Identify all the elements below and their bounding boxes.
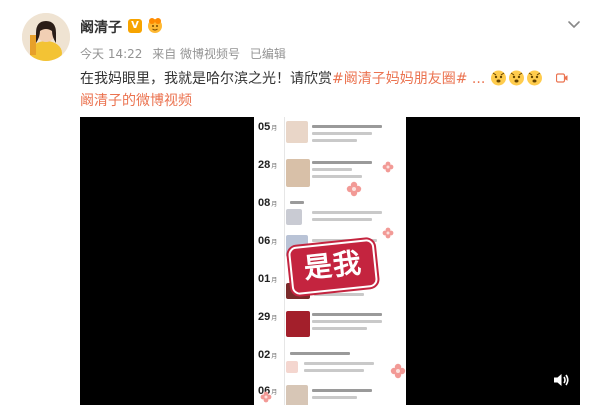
flower-sticker-icon (346, 181, 362, 197)
post-source[interactable]: 来自 微博视频号 (152, 47, 240, 61)
text-line (312, 327, 367, 330)
timeline-day: 28月 (258, 159, 277, 171)
ellipsis[interactable]: ... (472, 71, 485, 87)
emoji-icon (508, 70, 524, 86)
timeline-thumbnail (286, 361, 298, 373)
timeline-day-number: 02 (258, 349, 271, 361)
verified-v-icon: V (128, 19, 142, 33)
emoji-icon (526, 70, 542, 86)
volume-icon[interactable] (552, 371, 570, 389)
text-line (312, 396, 357, 399)
text-line (312, 218, 372, 221)
flower-sticker-icon (382, 227, 394, 239)
video-frame: 05月 28月 08月 06月 01月 29月 02月 06月 是我 (254, 117, 406, 405)
timeline-month: 月 (271, 390, 278, 396)
text-line (312, 125, 382, 128)
post-text-main: 在我妈眼里，我就是哈尔滨之光！请欣赏 (80, 71, 332, 87)
fan-badge-icon[interactable] (146, 16, 164, 34)
video-link-icon (556, 73, 568, 83)
timeline-day-number: 06 (258, 235, 271, 247)
timeline-thumbnail (286, 159, 310, 187)
overlay-caption: 是我 (287, 238, 379, 296)
text-line (312, 132, 372, 135)
timeline-day: 01月 (258, 273, 277, 285)
timeline-month: 月 (271, 278, 278, 284)
timeline-month: 月 (271, 202, 278, 208)
timeline-day-number: 08 (258, 197, 271, 209)
timeline-month: 月 (271, 240, 278, 246)
text-line (290, 201, 304, 204)
video-player[interactable]: 05月 28月 08月 06月 01月 29月 02月 06月 是我 (80, 117, 580, 405)
timeline-day-number: 29 (258, 311, 271, 323)
timeline-day: 06月 (258, 235, 277, 247)
timeline-day: 29月 (258, 311, 277, 323)
username[interactable]: 阚清子 (80, 17, 122, 37)
timeline-row: 08月 (254, 195, 406, 225)
text-line (290, 352, 350, 355)
hashtag-link[interactable]: #阚清子妈妈朋友圈# (332, 71, 467, 87)
timeline-day-number: 01 (258, 273, 271, 285)
avatar[interactable] (22, 13, 70, 61)
flower-sticker-icon (382, 161, 394, 173)
timeline-thumbnail (286, 311, 310, 337)
timeline-row: 29月 (254, 309, 406, 339)
timeline-day: 02月 (258, 349, 277, 361)
timeline-thumbnail (286, 121, 308, 143)
text-line (312, 139, 357, 142)
text-line (312, 161, 372, 164)
timeline-row: 02月 (254, 347, 406, 377)
timeline-day-number: 28 (258, 159, 271, 171)
post-text: 在我妈眼里，我就是哈尔滨之光！请欣赏#阚清子妈妈朋友圈# ... 阚清子的微博视… (80, 68, 580, 112)
timeline-row: 06月 (254, 383, 406, 405)
timeline-month: 月 (271, 316, 278, 322)
timeline-month: 月 (271, 126, 278, 132)
text-line (312, 389, 372, 392)
timeline-row: 05月 (254, 119, 406, 149)
video-link[interactable]: 阚清子的微博视频 (80, 93, 192, 109)
chevron-down-icon[interactable] (566, 16, 582, 32)
text-line (314, 293, 364, 296)
emoji-icon (490, 70, 506, 86)
text-line (312, 313, 382, 316)
timeline-thumbnail (286, 385, 308, 405)
timeline-month: 月 (271, 164, 278, 170)
text-line (312, 168, 352, 171)
flower-sticker-icon (260, 391, 272, 403)
avatar-image (22, 13, 70, 61)
text-line (312, 175, 362, 178)
timeline-day-number: 05 (258, 121, 271, 133)
text-line (312, 320, 382, 323)
text-line (312, 211, 382, 214)
edited-label[interactable]: 已编辑 (250, 47, 286, 61)
text-line (304, 362, 374, 365)
post-meta: 今天 14:22 来自 微博视频号 已编辑 (80, 45, 292, 62)
text-line (304, 369, 364, 372)
timeline-thumbnail (286, 209, 302, 225)
timeline-day: 05月 (258, 121, 277, 133)
timeline-month: 月 (271, 354, 278, 360)
post-time[interactable]: 今天 14:22 (80, 47, 142, 61)
timeline-day: 08月 (258, 197, 277, 209)
flower-sticker-icon (390, 363, 406, 379)
